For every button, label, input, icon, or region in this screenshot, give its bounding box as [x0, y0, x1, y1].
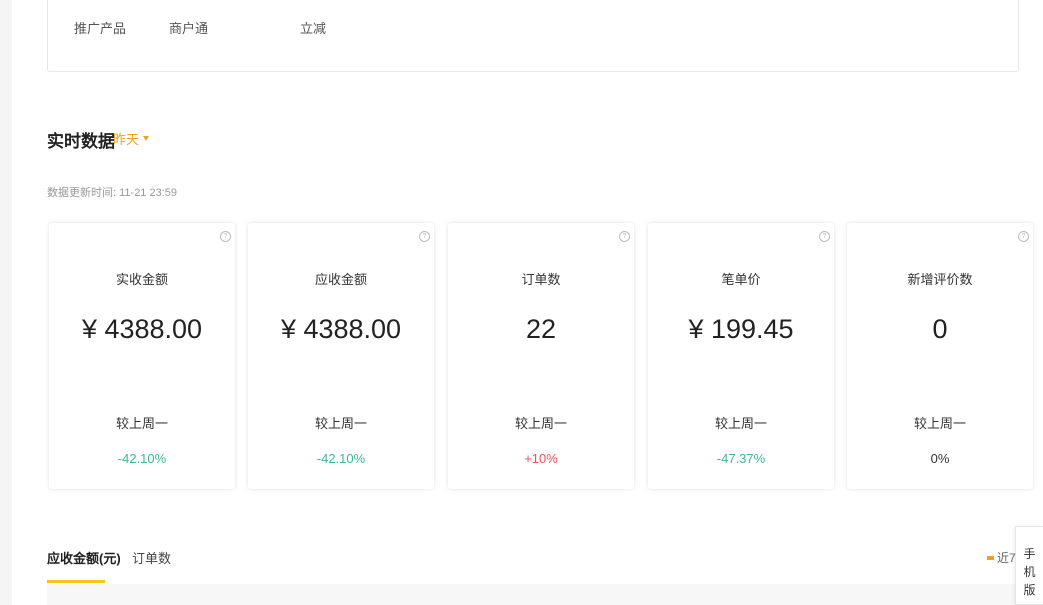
legend-label: 近7天: [997, 551, 1017, 565]
active-tab-indicator: [47, 580, 105, 583]
caret-down-icon: [143, 136, 150, 141]
help-icon[interactable]: ?: [419, 231, 430, 242]
metric-compare-label: 较上周一: [714, 416, 767, 431]
metric-value: ¥ 199.45: [688, 314, 794, 344]
help-icon[interactable]: ?: [819, 231, 830, 242]
metric-compare-label: 较上周一: [913, 416, 966, 431]
metric-value: 22: [525, 314, 557, 344]
metric-label: 应收金额: [314, 272, 367, 287]
help-icon[interactable]: ?: [220, 231, 231, 242]
metric-label: 新增评价数: [907, 272, 973, 287]
metric-card-orders: ? 订单数 22 较上周一 +10%: [448, 223, 634, 489]
metric-change: 0%: [930, 451, 950, 466]
metric-compare-label: 较上周一: [514, 416, 567, 431]
page: 推广产品 商户通 立减 实时数据 昨天 数据更新时间: 11-21 23:59 …: [12, 0, 1043, 605]
metric-change: -42.10%: [316, 451, 366, 466]
promo-item-merchant[interactable]: 商户通: [169, 18, 208, 37]
period-label: 昨天: [113, 132, 140, 147]
metric-change: -42.10%: [117, 451, 167, 466]
metric-value: ¥ 4388.00: [280, 314, 402, 344]
metric-change: +10%: [524, 451, 558, 466]
mobile-tab-char: 版: [1023, 583, 1036, 597]
mobile-tab-char: 手: [1023, 547, 1036, 561]
chart-area: [47, 584, 1019, 605]
metric-card-received: ? 实收金额 ¥ 4388.00 较上周一 -42.10%: [49, 223, 235, 489]
chart-legend[interactable]: 近7天: [987, 549, 1017, 566]
metric-card-avg-price: ? 笔单价 ¥ 199.45 较上周一 -47.37%: [648, 223, 834, 489]
metric-card-new-reviews: ? 新增评价数 0 较上周一 0%: [847, 223, 1033, 489]
help-icon[interactable]: ?: [1018, 231, 1029, 242]
promo-item-discount[interactable]: 立减: [300, 18, 326, 37]
metric-compare-label: 较上周一: [314, 416, 367, 431]
metric-value: ¥ 4388.00: [81, 314, 203, 344]
metric-card-receivable: ? 应收金额 ¥ 4388.00 较上周一 -42.10%: [248, 223, 434, 489]
mobile-version-tab[interactable]: 手 机 版: [1015, 526, 1043, 605]
legend-swatch: [987, 555, 994, 560]
metric-label: 订单数: [521, 272, 561, 287]
update-time: 数据更新时间: 11-21 23:59: [47, 187, 178, 199]
metric-compare-label: 较上周一: [115, 416, 168, 431]
tab-receivable-amount[interactable]: 应收金额(元): [47, 548, 121, 567]
promo-panel: 推广产品 商户通 立减: [47, 0, 1019, 72]
tab-order-count[interactable]: 订单数: [132, 548, 171, 567]
promo-item-product[interactable]: 推广产品: [74, 18, 126, 37]
period-dropdown[interactable]: 昨天: [113, 129, 150, 148]
realtime-title: 实时数据: [47, 132, 115, 151]
help-icon[interactable]: ?: [619, 231, 630, 242]
metric-change: -47.37%: [716, 451, 766, 466]
metric-value: 0: [932, 314, 948, 344]
metric-label: 笔单价: [721, 272, 761, 287]
mobile-tab-char: 机: [1023, 565, 1036, 579]
metric-label: 实收金额: [115, 272, 168, 287]
